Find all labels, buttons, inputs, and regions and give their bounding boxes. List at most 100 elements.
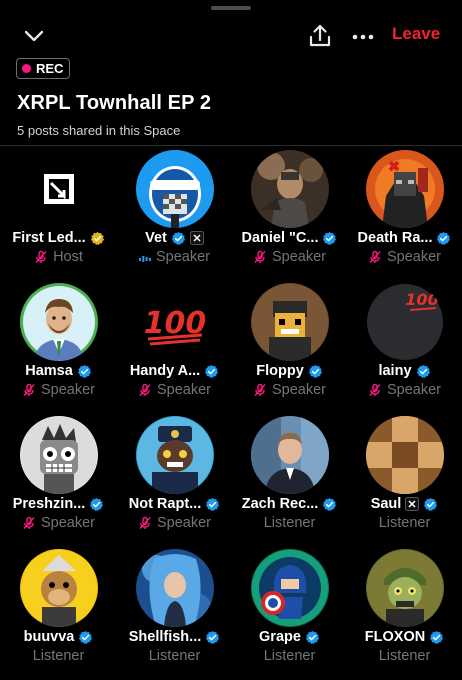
participant-role: Speaker: [271, 382, 326, 398]
preshzin-avatar[interactable]: [20, 416, 98, 494]
floxon-avatar[interactable]: [366, 549, 444, 627]
participant-role: Listener: [263, 648, 316, 664]
mic-off-icon: [368, 250, 382, 264]
participant-role: Speaker: [271, 249, 326, 265]
verified-badge-icon: [423, 497, 438, 512]
participant-name-row: Not Rapt...: [117, 496, 232, 512]
participant-card[interactable]: Floppy Speaker: [232, 279, 347, 412]
saul-avatar[interactable]: [366, 416, 444, 494]
participant-name-row: Handy A...: [117, 363, 232, 379]
participant-name-row: Zach Rec...: [232, 496, 347, 512]
verified-badge-icon: [322, 231, 337, 246]
mic-off-icon: [22, 516, 36, 530]
participant-name-row: Vet: [117, 230, 232, 246]
audio-bars-icon: [138, 252, 151, 262]
affiliate-x-icon: [189, 231, 204, 245]
participant-name-row: Shellfish...: [117, 629, 232, 645]
handy-avatar[interactable]: 100: [136, 283, 214, 361]
participant-card[interactable]: Hamsa Speaker: [1, 279, 116, 412]
participant-role: Listener: [378, 648, 431, 664]
participant-card[interactable]: Shellfish... Listener: [117, 545, 232, 678]
lainy-avatar[interactable]: 100: [366, 283, 444, 361]
emoji-100-text: 100: [405, 290, 438, 309]
participant-name: Handy A...: [129, 363, 201, 379]
participant-card[interactable]: Not Rapt... Speaker: [117, 412, 232, 545]
participant-role-row: Speaker: [117, 382, 232, 398]
chevron-down-icon[interactable]: [22, 24, 46, 48]
participant-name: FLOXON: [364, 629, 426, 645]
sheet-grabber[interactable]: [211, 6, 251, 10]
zach-rec-avatar[interactable]: [251, 416, 329, 494]
participant-card[interactable]: Death Ra... Speaker: [347, 146, 462, 279]
participant-card[interactable]: Preshzin... Speaker: [1, 412, 116, 545]
verified-badge-icon: [429, 630, 444, 645]
participant-role-row: Speaker: [1, 382, 116, 398]
participant-card[interactable]: FLOXON Listener: [347, 545, 462, 678]
participant-card[interactable]: Daniel "C... Speaker: [232, 146, 347, 279]
verified-badge-icon: [205, 630, 220, 645]
hamsa-avatar[interactable]: [20, 283, 98, 361]
participant-name: Shellfish...: [128, 629, 202, 645]
participant-card[interactable]: Saul Listener: [347, 412, 462, 545]
participant-name-row: Hamsa: [1, 363, 116, 379]
verified-badge-icon: [305, 630, 320, 645]
participant-role: Listener: [378, 515, 431, 531]
participant-name-row: Grape: [232, 629, 347, 645]
posts-shared-link[interactable]: 5 posts shared in this Space: [17, 123, 180, 138]
participant-name-row: First Led...: [1, 230, 116, 246]
participant-name: Grape: [259, 629, 301, 645]
verified-badge-icon: [205, 497, 220, 512]
participant-name-row: lainy: [347, 363, 462, 379]
participant-role-row: Listener: [1, 648, 116, 664]
participant-name: First Led...: [12, 230, 86, 246]
participant-name: Daniel "C...: [241, 230, 319, 246]
participant-name-row: Floppy: [232, 363, 347, 379]
vet-avatar[interactable]: [136, 150, 214, 228]
verified-badge-icon: [204, 364, 219, 379]
more-horizontal-icon[interactable]: [350, 22, 376, 50]
participant-name-row: Preshzin...: [1, 496, 116, 512]
verified-badge-icon: [308, 364, 323, 379]
verified-badge-icon: [322, 497, 337, 512]
leave-button[interactable]: Leave: [392, 24, 440, 44]
participant-card[interactable]: Zach Rec... Listener: [232, 412, 347, 545]
participant-card[interactable]: Grape Listener: [232, 545, 347, 678]
participant-role: Listener: [263, 515, 316, 531]
participant-role: Speaker: [156, 515, 211, 531]
participant-card[interactable]: 100 Handy A... Speaker: [117, 279, 232, 412]
participant-card[interactable]: buuvva Listener: [1, 545, 116, 678]
participant-role-row: Speaker: [1, 515, 116, 531]
first-ledger-avatar[interactable]: [20, 150, 98, 228]
participant-role: Listener: [32, 648, 85, 664]
recording-badge: REC: [16, 58, 71, 79]
floppy-avatar[interactable]: [251, 283, 329, 361]
mic-off-icon: [138, 383, 152, 397]
verified-badge-icon: [436, 231, 451, 246]
verified-badge-icon: [416, 364, 431, 379]
participant-role-row: Speaker: [232, 382, 347, 398]
participant-role: Speaker: [40, 382, 95, 398]
buuvva-avatar[interactable]: [20, 549, 98, 627]
participant-role-row: Listener: [117, 648, 232, 664]
participant-role-row: Listener: [232, 515, 347, 531]
participant-name: Preshzin...: [12, 496, 86, 512]
record-dot-icon: [22, 64, 31, 73]
verified-badge-icon: [77, 364, 92, 379]
participant-role-row: Listener: [347, 515, 462, 531]
participant-name: Saul: [370, 496, 402, 512]
participant-name: Hamsa: [25, 363, 73, 379]
death-ra-avatar[interactable]: [366, 150, 444, 228]
not-rapt-avatar[interactable]: [136, 416, 214, 494]
participant-name: lainy: [378, 363, 412, 379]
participant-card[interactable]: First Led... Host: [1, 146, 116, 279]
shellfish-avatar[interactable]: [136, 549, 214, 627]
participant-role-row: Speaker: [347, 382, 462, 398]
participant-card[interactable]: 100 lainy Speaker: [347, 279, 462, 412]
grape-avatar[interactable]: [251, 549, 329, 627]
verified-badge-icon: [78, 630, 93, 645]
participant-card[interactable]: Vet Speaker: [117, 146, 232, 279]
participant-role-row: Speaker: [232, 249, 347, 265]
share-upload-icon[interactable]: [306, 22, 334, 50]
participant-name: Death Ra...: [357, 230, 433, 246]
daniel-avatar[interactable]: [251, 150, 329, 228]
